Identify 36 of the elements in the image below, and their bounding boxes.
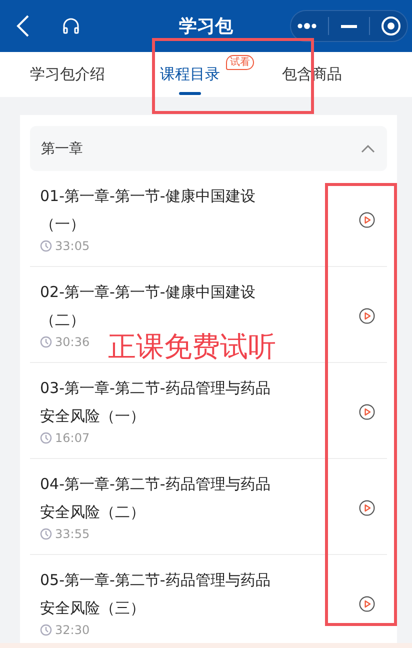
clock-icon bbox=[40, 240, 52, 252]
lesson-duration: 16:07 bbox=[55, 430, 90, 446]
lesson-duration: 32:30 bbox=[55, 622, 90, 638]
chapter-header[interactable]: 第一章 bbox=[30, 126, 387, 171]
clock-icon bbox=[40, 528, 52, 540]
chapter-title: 第一章 bbox=[41, 140, 83, 158]
lesson-duration: 33:05 bbox=[55, 238, 90, 254]
play-icon[interactable] bbox=[359, 404, 375, 420]
headphones-icon bbox=[62, 17, 80, 35]
play-icon[interactable] bbox=[359, 212, 375, 228]
lesson-duration: 30:36 bbox=[55, 334, 90, 350]
more-icon[interactable] bbox=[296, 23, 317, 29]
chevron-up-icon bbox=[361, 144, 375, 152]
tab-underline bbox=[179, 92, 201, 95]
lesson-title: 02-第一章-第一节-健康中国建设（二） bbox=[40, 282, 256, 331]
lesson-item[interactable]: 03-第一章-第二节-药品管理与药品安全风险（一） 16:07 bbox=[30, 363, 387, 459]
back-icon bbox=[16, 15, 30, 37]
tab[interactable]: 学习包介绍 bbox=[30, 52, 105, 97]
lesson-title: 03-第一章-第二节-药品管理与药品安全风险（一） bbox=[40, 378, 272, 427]
lesson-title: 04-第一章-第二节-药品管理与药品安全风险（二） bbox=[40, 474, 272, 523]
annotation-text: 正课免费试听 bbox=[108, 329, 276, 365]
lesson-title: 01-第一章-第一节-健康中国建设（一） bbox=[40, 186, 256, 235]
clock-icon bbox=[40, 432, 52, 444]
lesson-title: 05-第一章-第二节-药品管理与药品安全风险（三） bbox=[40, 570, 272, 619]
lesson-item[interactable]: 01-第一章-第一节-健康中国建设（一） 33:05 bbox=[30, 171, 387, 267]
lesson-duration: 33:55 bbox=[55, 526, 90, 542]
play-icon[interactable] bbox=[359, 500, 375, 516]
clock-icon bbox=[40, 336, 52, 348]
minimize-icon[interactable] bbox=[340, 24, 357, 28]
close-icon[interactable] bbox=[381, 16, 402, 36]
lesson-item[interactable]: 04-第一章-第二节-药品管理与药品安全风险（二） 33:55 bbox=[30, 459, 387, 555]
clock-icon bbox=[40, 624, 52, 636]
trial-badge: 试看 bbox=[226, 55, 254, 70]
page-title: 学习包 bbox=[178, 15, 234, 38]
play-icon[interactable] bbox=[359, 596, 375, 612]
play-icon[interactable] bbox=[359, 308, 375, 324]
